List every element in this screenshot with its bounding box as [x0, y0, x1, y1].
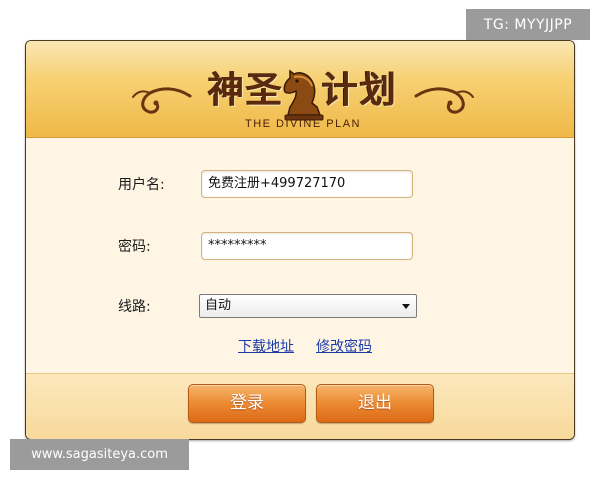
- right-swirl-dot: [447, 100, 453, 106]
- logo-title-left: 神圣: [207, 70, 284, 111]
- route-label: 线路:: [118, 299, 151, 315]
- download-link[interactable]: 下载地址: [238, 337, 294, 357]
- chevron-down-icon: [402, 304, 410, 309]
- login-window: 神圣 计划 THE DIVINE PLAN 用户名: 免费注册+49972717…: [25, 40, 575, 440]
- password-input[interactable]: *********: [201, 232, 413, 260]
- left-swirl-dot: [153, 100, 159, 106]
- password-label: 密码:: [118, 239, 151, 255]
- login-button[interactable]: 登录: [188, 384, 306, 423]
- header-banner: 神圣 计划 THE DIVINE PLAN: [26, 41, 574, 138]
- site-watermark: www.sagasiteya.com: [10, 439, 189, 470]
- logo-title-right: 计划: [322, 70, 399, 111]
- change-password-link[interactable]: 修改密码: [316, 337, 372, 357]
- chess-knight-icon: [283, 69, 324, 121]
- logo-subtitle: THE DIVINE PLAN: [244, 118, 362, 130]
- route-select-value: 自动: [205, 298, 232, 313]
- route-select[interactable]: 自动: [199, 294, 417, 318]
- exit-button[interactable]: 退出: [316, 384, 434, 423]
- tg-watermark: TG: MYYJJPP: [466, 9, 590, 40]
- username-input[interactable]: 免费注册+499727170: [201, 170, 413, 198]
- username-label: 用户名:: [118, 177, 165, 193]
